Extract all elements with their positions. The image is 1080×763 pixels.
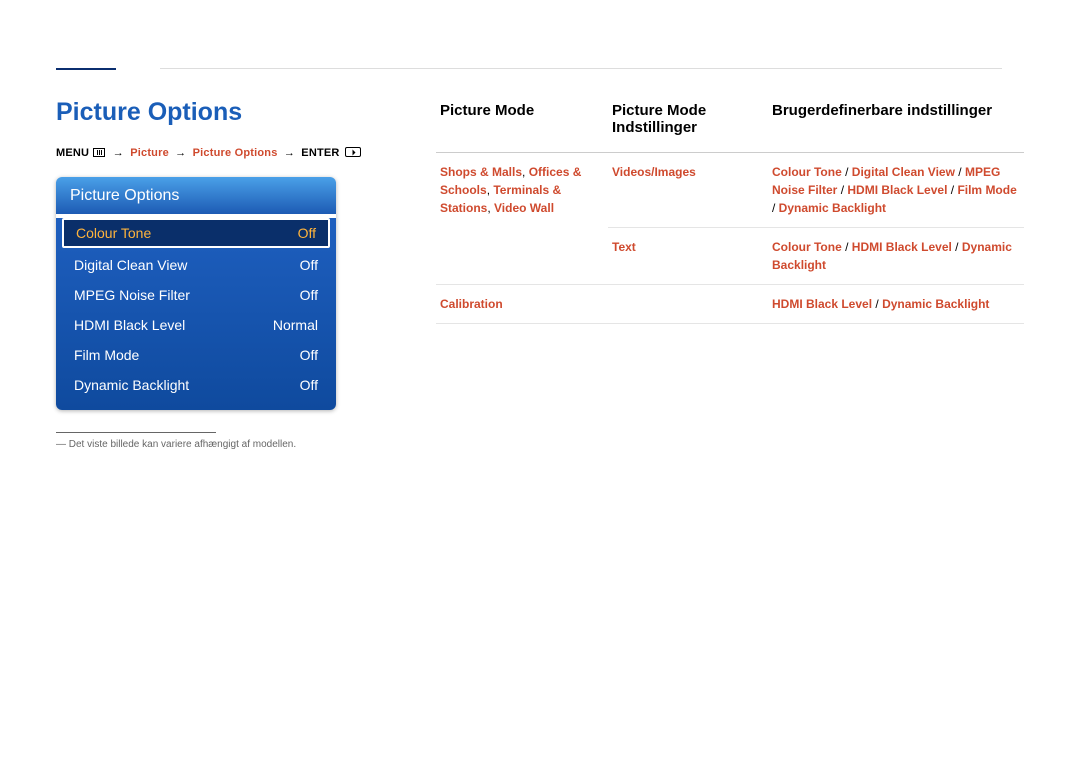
osd-row-label: Colour Tone — [76, 225, 151, 241]
osd-row-value: Off — [300, 287, 318, 303]
osd-row-value: Off — [300, 347, 318, 363]
note-divider — [56, 432, 216, 433]
osd-row-mpeg-noise-filter[interactable]: MPEG Noise Filter Off — [56, 280, 336, 310]
top-rule-main — [160, 68, 1002, 69]
osd-row-digital-clean-view[interactable]: Digital Clean View Off — [56, 250, 336, 280]
menu-label: MENU — [56, 147, 89, 159]
table-cell: Calibration — [436, 285, 608, 324]
osd-row-value: Normal — [273, 317, 318, 333]
osd-panel: Picture Options Colour ToneOffDigital Cl… — [56, 177, 336, 410]
osd-row-label: Digital Clean View — [74, 257, 187, 273]
osd-row-film-mode[interactable]: Film Mode Off — [56, 340, 336, 370]
table-cell: Text — [608, 228, 768, 285]
th-picture-mode: Picture Mode — [436, 102, 608, 153]
th-picture-mode-indstillinger: Picture Mode Indstillinger — [608, 102, 768, 153]
table-cell — [608, 285, 768, 324]
arrow-icon: → — [113, 147, 124, 159]
table-cell: Videos/Images — [608, 153, 768, 228]
osd-row-label: MPEG Noise Filter — [74, 287, 190, 303]
osd-row-value: Off — [300, 257, 318, 273]
table-cell: Colour Tone / Digital Clean View / MPEG … — [768, 153, 1024, 228]
settings-table: Picture Mode Picture Mode Indstillinger … — [436, 102, 1024, 324]
right-column: Picture Mode Picture Mode Indstillinger … — [436, 64, 1024, 450]
table-cell: Colour Tone / HDMI Black Level / Dynamic… — [768, 228, 1024, 285]
footnote: ― Det viste billede kan variere afhængig… — [56, 439, 396, 450]
arrow-icon: → — [284, 147, 295, 159]
table-cell: Shops & Malls, Offices & Schools, Termin… — [436, 153, 608, 285]
top-rule-accent — [56, 68, 116, 70]
osd-header: Picture Options — [56, 177, 336, 214]
osd-row-label: HDMI Black Level — [74, 317, 185, 333]
osd-row-dynamic-backlight[interactable]: Dynamic Backlight Off — [56, 370, 336, 400]
osd-body: Colour ToneOffDigital Clean ViewOffMPEG … — [56, 218, 336, 410]
osd-row-label: Dynamic Backlight — [74, 377, 189, 393]
osd-row-label: Film Mode — [74, 347, 139, 363]
path-picture-options: Picture Options — [193, 147, 278, 159]
osd-row-hdmi-black-level[interactable]: HDMI Black Level Normal — [56, 310, 336, 340]
left-column: Picture Options MENU → Picture → Picture… — [56, 64, 396, 450]
table-row: Calibration HDMI Black Level / Dynamic Ba… — [436, 285, 1024, 324]
osd-row-value: Off — [300, 377, 318, 393]
menu-button-icon — [93, 148, 105, 157]
table-row: Shops & Malls, Offices & Schools, Termin… — [436, 153, 1024, 228]
enter-label: ENTER — [301, 147, 339, 159]
page-title: Picture Options — [56, 98, 396, 127]
arrow-icon: → — [175, 147, 186, 159]
menu-path: MENU → Picture → Picture Options → ENTER — [56, 147, 396, 159]
osd-row-value: Off — [298, 225, 316, 241]
enter-button-icon — [345, 147, 361, 157]
osd-row-colour-tone[interactable]: Colour Tone Off — [62, 218, 330, 248]
table-cell: HDMI Black Level / Dynamic Backlight — [768, 285, 1024, 324]
path-picture: Picture — [130, 147, 169, 159]
th-brugerdefinerbare: Brugerdefinerbare indstillinger — [768, 102, 1024, 153]
